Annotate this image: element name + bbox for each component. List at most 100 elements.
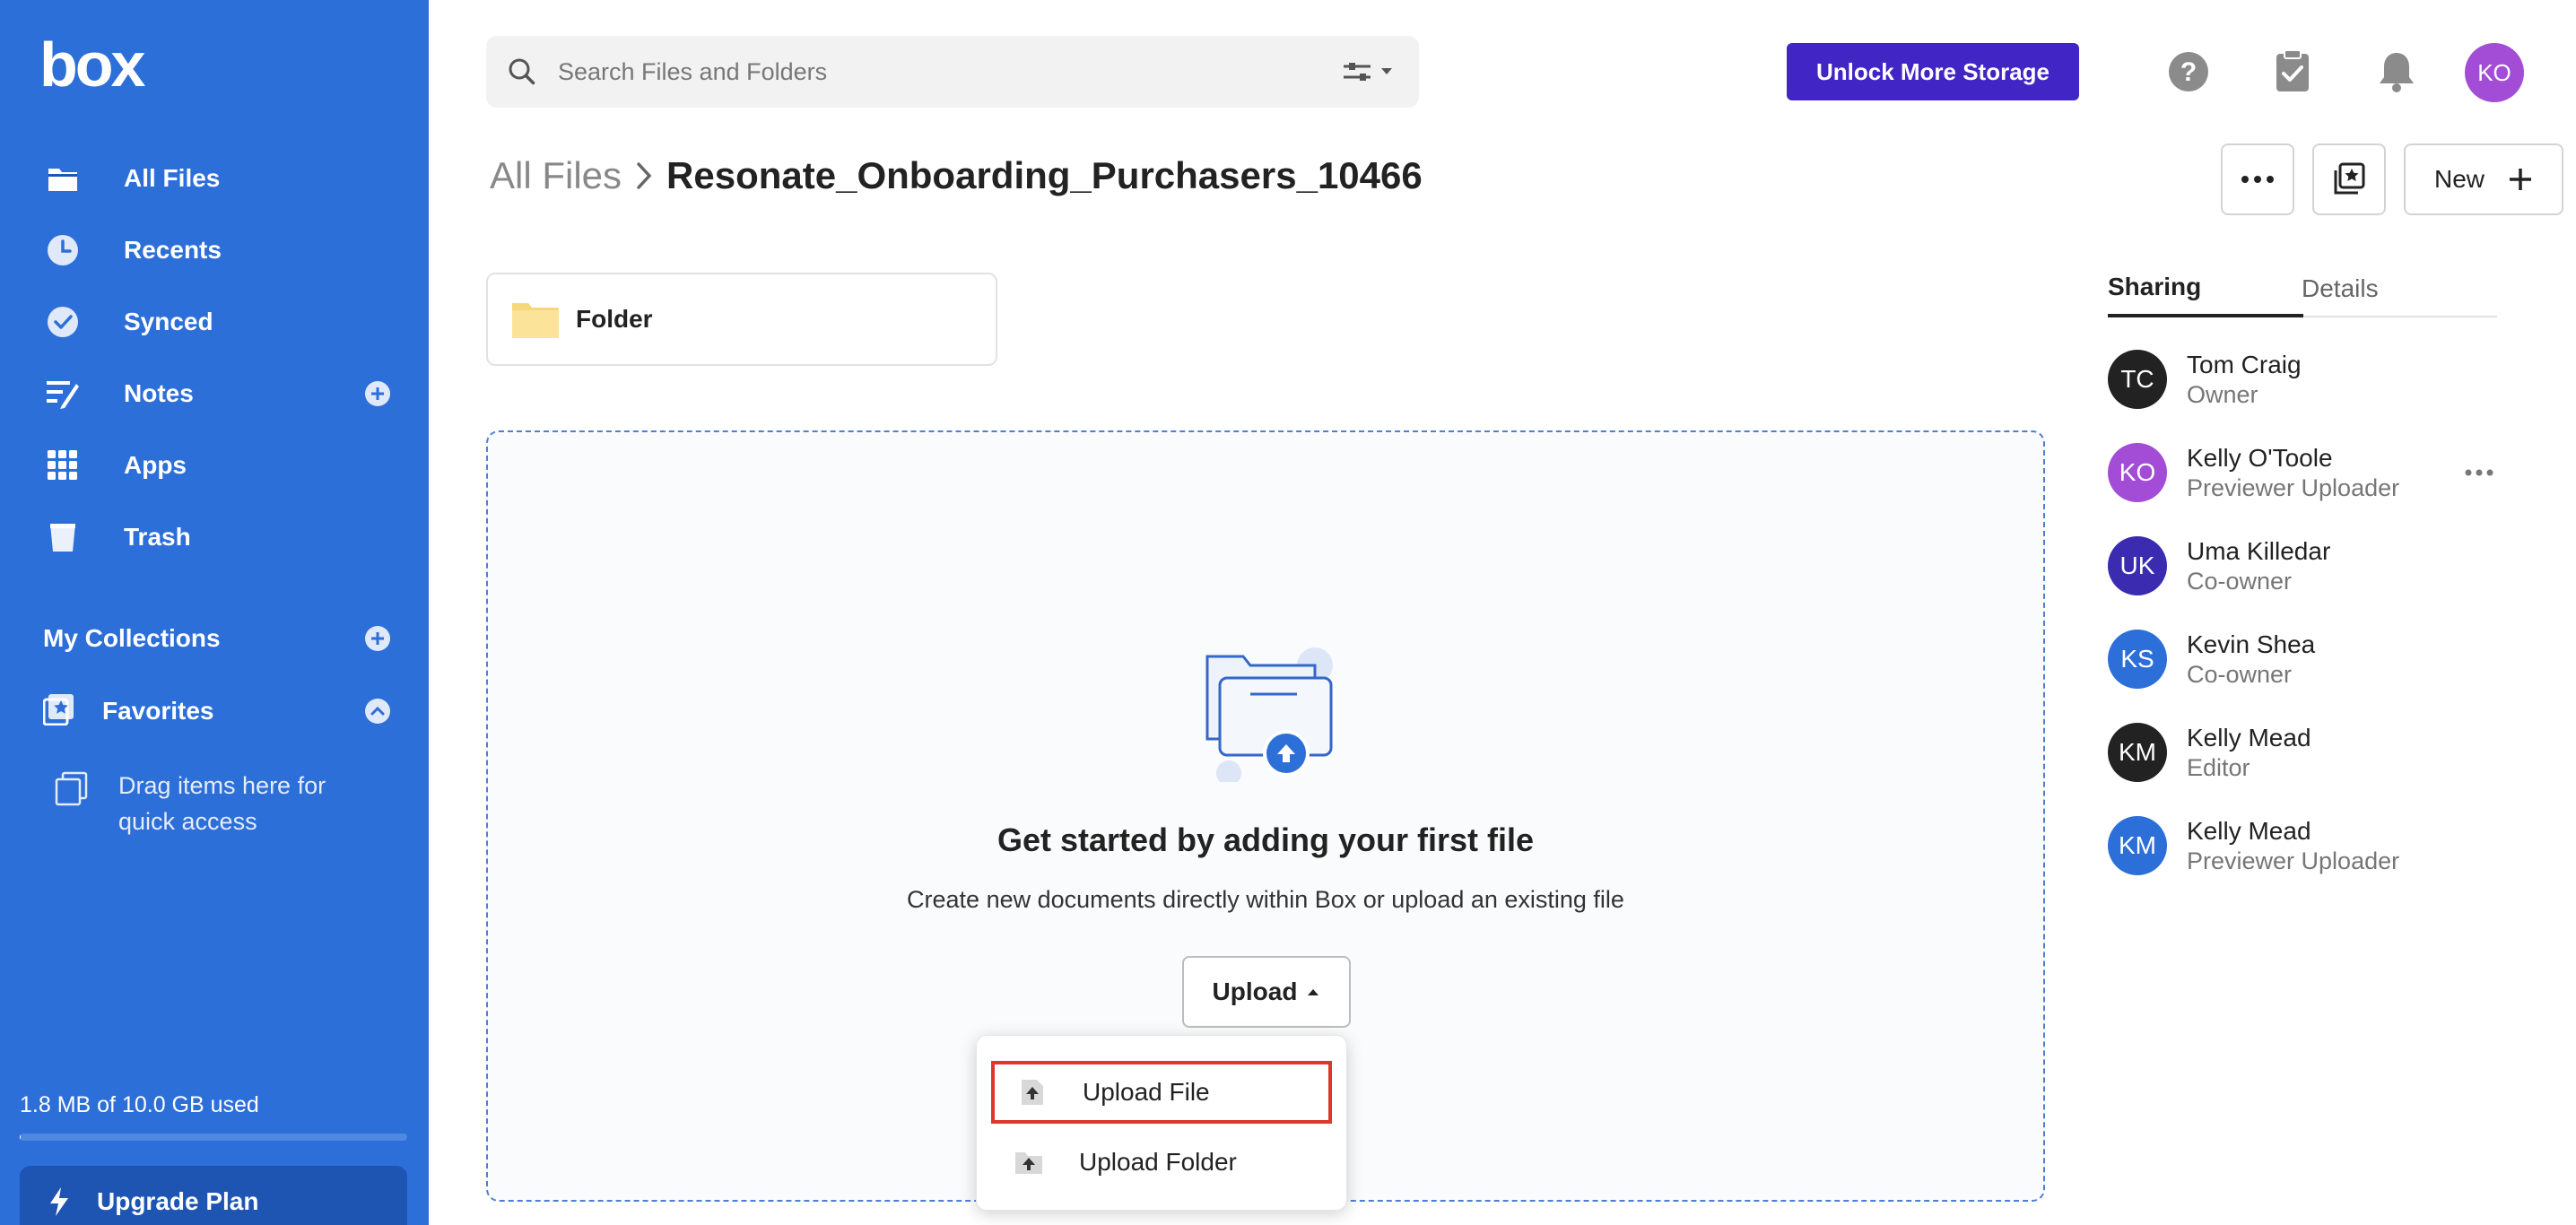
sidebar-item-apps[interactable]: Apps xyxy=(20,430,407,500)
avatar: KS xyxy=(2108,630,2167,689)
my-collections-header[interactable]: My Collections xyxy=(20,606,407,671)
search-icon xyxy=(509,58,535,85)
sidebar-item-notes[interactable]: Notes xyxy=(20,359,407,429)
user-avatar[interactable]: KO xyxy=(2465,43,2524,102)
copy-icon xyxy=(55,771,88,806)
favorites-icon xyxy=(42,693,75,730)
tasks-icon[interactable] xyxy=(2269,48,2316,95)
upgrade-plan-label: Upgrade Plan xyxy=(97,1187,259,1215)
folder-item[interactable]: Folder xyxy=(486,273,997,366)
avatar: KM xyxy=(2108,723,2167,782)
collaborator-row[interactable]: UK Uma Killedar Co-owner xyxy=(2108,536,2502,630)
upload-folder-menu-item[interactable]: Upload Folder xyxy=(991,1131,1332,1194)
avatar: KO xyxy=(2108,443,2167,502)
upload-file-menu-item[interactable]: Upload File xyxy=(991,1061,1332,1124)
sidebar-item-label: Trash xyxy=(124,523,191,551)
tab-sharing[interactable]: Sharing xyxy=(2108,260,2303,317)
collaborator-name: Kelly O'Toole xyxy=(2187,444,2333,472)
collaborator-row[interactable]: TC Tom Craig Owner xyxy=(2108,350,2502,443)
collaborator-name: Kelly Mead xyxy=(2187,724,2311,752)
collaborator-row[interactable]: KS Kevin Shea Co-owner xyxy=(2108,630,2502,723)
sidebar-panel-tabs: Sharing Details xyxy=(2108,260,2497,317)
lightning-icon xyxy=(50,1187,68,1216)
drag-hint: Drag items here for quick access xyxy=(54,768,395,839)
chevron-right-icon xyxy=(637,162,652,189)
clock-icon xyxy=(45,232,81,268)
collaborator-row[interactable]: KO Kelly O'Toole Previewer Uploader xyxy=(2108,443,2502,536)
search-bar[interactable] xyxy=(486,36,1419,108)
collaborator-name: Kevin Shea xyxy=(2187,630,2316,658)
new-button-label: New xyxy=(2433,165,2485,193)
breadcrumb: All Files Resonate_Onboarding_Purchasers… xyxy=(490,154,1423,197)
upload-folder-icon xyxy=(1015,1152,1042,1174)
add-to-collection-button[interactable] xyxy=(2312,143,2386,215)
upload-button[interactable]: Upload xyxy=(1182,956,1351,1028)
collaborator-role: Co-owner xyxy=(2187,568,2293,595)
folder-icon xyxy=(512,303,559,338)
new-button[interactable]: New xyxy=(2404,143,2563,215)
check-circle-icon xyxy=(45,304,81,340)
empty-state-subtitle: Create new documents directly within Box… xyxy=(907,886,1624,913)
collaborator-role: Previewer Uploader xyxy=(2187,474,2400,501)
avatar: UK xyxy=(2108,536,2167,595)
notifications-bell-icon[interactable] xyxy=(2373,48,2420,95)
collaborator-role: Co-owner xyxy=(2187,661,2293,688)
add-note-icon[interactable] xyxy=(364,380,391,407)
folder-name: Folder xyxy=(576,305,653,333)
upload-menu: Upload File Upload Folder xyxy=(976,1035,1347,1211)
sidebar-item-all-files[interactable]: All Files xyxy=(20,143,407,213)
collaborator-name: Uma Killedar xyxy=(2187,537,2331,565)
sidebar-item-label: Notes xyxy=(124,379,194,407)
unlock-storage-button[interactable]: Unlock More Storage xyxy=(1787,43,2079,100)
collaborator-row[interactable]: KM Kelly Mead Previewer Uploader xyxy=(2108,816,2502,909)
avatar: TC xyxy=(2108,350,2167,409)
collaborator-name: Kelly Mead xyxy=(2187,817,2311,845)
collaborator-more-icon[interactable] xyxy=(2461,459,2497,486)
sidebar-item-label: Recents xyxy=(124,236,222,264)
svg-text:box: box xyxy=(39,38,146,97)
sidebar-item-favorites[interactable]: Favorites xyxy=(20,676,407,746)
avatar: KM xyxy=(2108,816,2167,875)
collaborators-list: TC Tom Craig Owner KO Kelly O'Toole Previe… xyxy=(2108,350,2502,909)
box-logo[interactable]: box xyxy=(39,38,152,97)
tab-details[interactable]: Details xyxy=(2302,260,2379,317)
caret-up-icon xyxy=(1308,989,1319,995)
sidebar: box All Files Recents Synced Notes Apps … xyxy=(0,0,429,1225)
sidebar-item-label: Synced xyxy=(124,308,213,335)
plus-icon xyxy=(2510,169,2531,190)
help-icon[interactable]: ? xyxy=(2165,48,2212,95)
grid-icon xyxy=(45,447,81,483)
search-input[interactable] xyxy=(558,57,1293,86)
upload-file-icon xyxy=(1022,1080,1043,1105)
sidebar-item-label: All Files xyxy=(124,164,221,192)
svg-text:?: ? xyxy=(2180,57,2197,87)
upgrade-plan-button[interactable]: Upgrade Plan xyxy=(20,1166,407,1225)
sidebar-item-recents[interactable]: Recents xyxy=(20,215,407,285)
breadcrumb-root[interactable]: All Files xyxy=(490,154,622,197)
drag-hint-text: Drag items here for quick access xyxy=(118,772,326,835)
sidebar-item-label: Apps xyxy=(124,451,187,479)
sidebar-item-synced[interactable]: Synced xyxy=(20,287,407,357)
collection-star-icon xyxy=(2334,162,2365,195)
sidebar-nav: All Files Recents Synced Notes Apps Tras… xyxy=(20,143,407,574)
upload-file-label: Upload File xyxy=(1083,1078,1210,1106)
collaborator-role: Owner xyxy=(2187,381,2258,408)
collections-label: My Collections xyxy=(43,624,221,652)
empty-state-title: Get started by adding your first file xyxy=(996,821,1535,858)
sidebar-item-trash[interactable]: Trash xyxy=(20,502,407,572)
search-filter-icon[interactable] xyxy=(1340,56,1397,88)
more-options-button[interactable] xyxy=(2221,143,2294,215)
collaborator-role: Previewer Uploader xyxy=(2187,847,2400,874)
upload-folder-label: Upload Folder xyxy=(1079,1148,1237,1176)
collaborator-row[interactable]: KM Kelly Mead Editor xyxy=(2108,723,2502,816)
chevron-up-icon[interactable] xyxy=(364,698,391,725)
ellipsis-icon xyxy=(2241,176,2274,183)
page-title: Resonate_Onboarding_Purchasers_10466 xyxy=(666,154,1423,196)
folder-icon xyxy=(45,161,81,196)
storage-usage: 1.8 MB of 10.0 GB used xyxy=(20,1092,259,1117)
collaborator-name: Tom Craig xyxy=(2187,351,2302,378)
upload-button-label: Upload xyxy=(1212,977,1298,1005)
add-collection-icon[interactable] xyxy=(364,625,391,652)
favorites-label: Favorites xyxy=(102,697,214,725)
collaborator-role: Editor xyxy=(2187,754,2250,781)
